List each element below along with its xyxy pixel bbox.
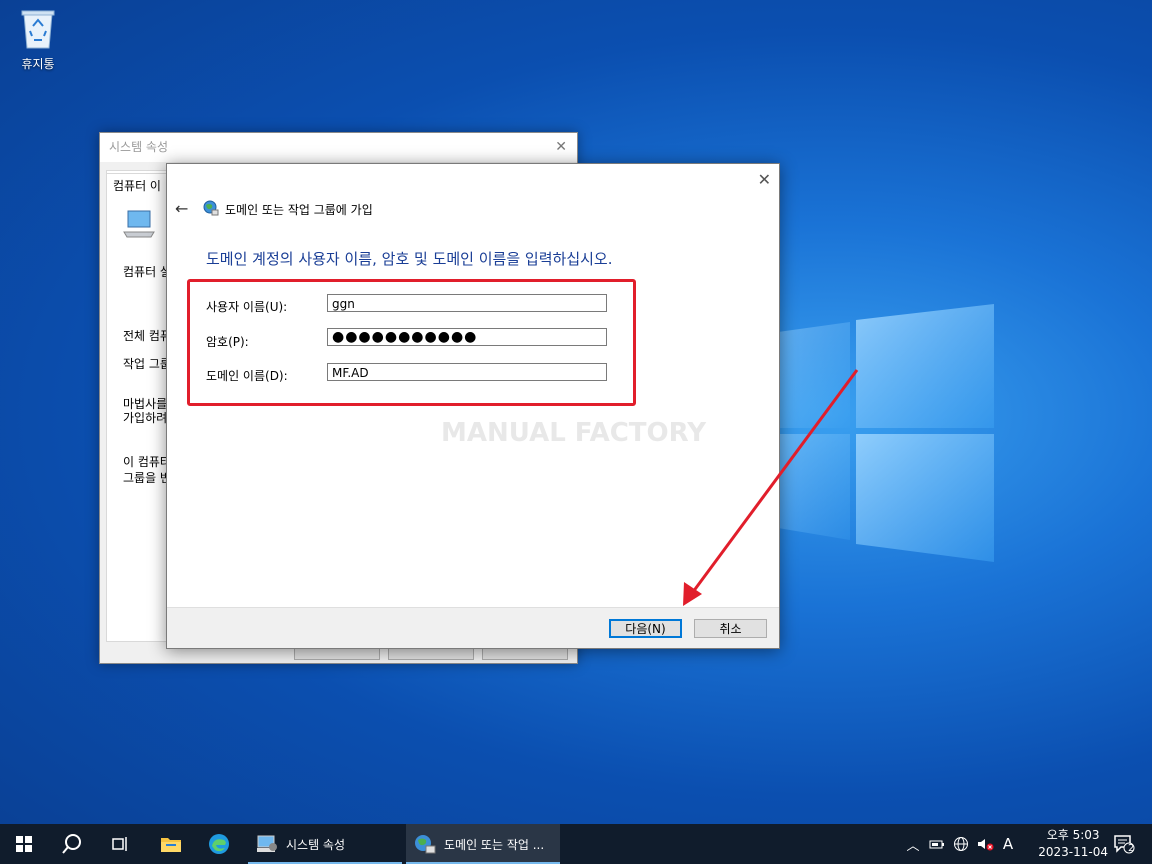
start-button[interactable]: [0, 824, 48, 864]
domain-label: 도메인 이름(D):: [206, 369, 288, 383]
show-hidden-icons-button[interactable]: ︿: [902, 824, 924, 864]
workgroup-label: 작업 그룹: [123, 357, 171, 371]
clock-date: 2023-11-04: [1038, 845, 1108, 859]
back-arrow-icon[interactable]: ←: [175, 199, 188, 218]
change-hint-line2: 그룹을 변: [123, 471, 171, 485]
power-tray-button[interactable]: [926, 824, 948, 864]
chevron-up-icon: ︿: [906, 838, 920, 854]
system-properties-app-icon: [257, 835, 277, 852]
edge-browser-button[interactable]: [196, 824, 242, 864]
close-icon[interactable]: ✕: [758, 170, 771, 189]
windows-start-icon: [16, 836, 32, 852]
network-globe-icon: [203, 200, 219, 216]
system-properties-titlebar[interactable]: 시스템 속성 ✕: [100, 133, 577, 162]
edge-icon: [209, 834, 229, 854]
taskbar-app-system-properties[interactable]: 시스템 속성: [248, 824, 402, 864]
volume-tray-button[interactable]: [974, 824, 996, 864]
recycle-bin-icon: [21, 10, 55, 49]
taskbar-app2-label: 도메인 또는 작업 ...: [444, 837, 545, 852]
folder-icon: [161, 838, 181, 852]
notification-count: 2: [1128, 843, 1135, 854]
next-button[interactable]: 다음(N): [609, 619, 682, 638]
search-button[interactable]: [48, 824, 96, 864]
ime-indicator[interactable]: A: [998, 824, 1018, 864]
username-input[interactable]: ggn: [327, 294, 607, 312]
instruction-heading: 도메인 계정의 사용자 이름, 암호 및 도메인 이름을 입력하십시오.: [206, 250, 613, 268]
clock-time: 오후 5:03: [1046, 828, 1100, 842]
recycle-bin-desktop-icon[interactable]: 휴지통: [8, 6, 68, 72]
clock[interactable]: 오후 5:03 2023-11-04: [1038, 827, 1108, 861]
taskbar: 시스템 속성 도메인 또는 작업 ... ︿ A 오후 5:03 2023-11…: [0, 824, 1152, 864]
network-globe-app-icon: [415, 835, 436, 854]
tab-computer-name[interactable]: 컴퓨터 이: [106, 173, 168, 197]
cancel-button[interactable]: 취소: [694, 619, 767, 638]
action-center-button[interactable]: 2: [1106, 824, 1142, 864]
username-label: 사용자 이름(U):: [206, 300, 288, 314]
system-properties-title: 시스템 속성: [109, 140, 169, 154]
speaker-muted-icon: [978, 839, 994, 851]
recycle-bin-label: 휴지통: [21, 57, 55, 71]
watermark-text: MANUAL FACTORY: [441, 418, 707, 448]
taskbar-app-join-domain[interactable]: 도메인 또는 작업 ...: [406, 824, 560, 864]
globe-network-icon: [954, 837, 968, 851]
battery-icon: [929, 840, 944, 849]
task-view-button[interactable]: [96, 824, 144, 864]
computer-description-label: 컴퓨터 설: [123, 265, 171, 279]
full-computer-name-label: 전체 컴퓨: [123, 329, 171, 343]
change-hint-line1: 이 컴퓨터: [123, 455, 171, 469]
task-view-icon: [112, 837, 127, 851]
domain-input[interactable]: MF.AD: [327, 363, 607, 381]
computer-icon: [123, 210, 155, 238]
search-icon: [62, 834, 81, 854]
password-input[interactable]: ●●●●●●●●●●●: [327, 328, 607, 346]
password-label: 암호(P):: [206, 335, 249, 349]
file-explorer-button[interactable]: [148, 824, 194, 864]
taskbar-app1-label: 시스템 속성: [286, 837, 346, 852]
wizard-hint-line2: 가입하려: [123, 411, 168, 425]
wizard-title: 도메인 또는 작업 그룹에 가입: [225, 203, 373, 217]
close-icon[interactable]: ✕: [555, 133, 567, 162]
windows-wallpaper-logo: [778, 304, 994, 562]
join-domain-wizard: ✕ ← 도메인 또는 작업 그룹에 가입 도메인 계정의 사용자 이름, 암호 …: [166, 163, 780, 649]
network-tray-button[interactable]: [950, 824, 972, 864]
wizard-footer: 다음(N) 취소: [167, 607, 779, 648]
